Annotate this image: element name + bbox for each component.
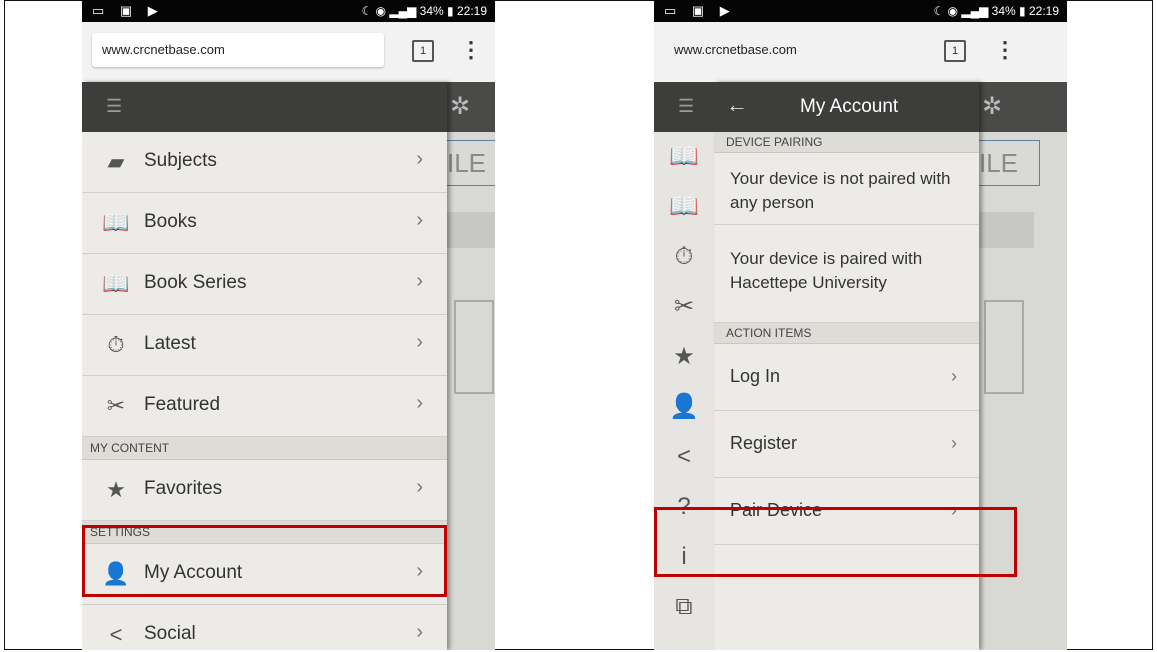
windows-icon[interactable]: ⧉ xyxy=(654,582,714,632)
chevron-right-icon: › xyxy=(416,476,423,498)
folder-icon: ▰ xyxy=(107,149,125,174)
ribbon-icon: ✂ xyxy=(106,393,126,418)
pairing-status-none: Your device is not paired with any perso… xyxy=(714,153,979,225)
page-banner-fragment: ILE xyxy=(442,140,495,186)
drawer-item-book-series[interactable]: 📖 Book Series › xyxy=(82,254,447,315)
star-icon[interactable]: ★ xyxy=(654,332,714,382)
pairing-status-paired: Your device is paired with Hacettepe Uni… xyxy=(714,225,979,323)
url-field[interactable]: www.crcnetbase.com xyxy=(664,33,956,67)
status-right: ☾ ◉ ▂▄▆ 34% ▮ 22:19 xyxy=(361,4,487,18)
chevron-right-icon: › xyxy=(416,270,423,292)
book-cover-fragment xyxy=(454,300,494,394)
share-icon[interactable]: < xyxy=(654,432,714,482)
share-icon: < xyxy=(109,622,123,647)
drawer-item-featured[interactable]: ✂ Featured › xyxy=(82,376,447,437)
action-register[interactable]: Register › xyxy=(714,411,979,478)
back-arrow-icon[interactable]: ← xyxy=(726,92,748,118)
tab-switcher-button[interactable]: 1 xyxy=(412,40,434,62)
page-band xyxy=(974,212,1034,248)
ribbon-icon[interactable]: ✂ xyxy=(654,282,714,332)
section-header-device-pairing: DEVICE PAIRING xyxy=(714,132,979,153)
book-icon[interactable]: 📖 xyxy=(654,132,714,182)
tab-switcher-button[interactable]: 1 xyxy=(944,40,966,62)
chevron-right-icon: › xyxy=(951,366,957,386)
book-cover-fragment xyxy=(984,300,1024,394)
browser-toolbar: www.crcnetbase.com 1 ⋮ xyxy=(82,22,495,83)
chevron-right-icon: › xyxy=(416,392,423,414)
chevron-right-icon: › xyxy=(416,148,423,170)
chevron-right-icon: › xyxy=(951,433,957,453)
url-field[interactable]: www.crcnetbase.com xyxy=(92,33,384,67)
star-icon: ★ xyxy=(106,477,126,502)
book-icon: 📖 xyxy=(102,210,130,235)
chevron-right-icon: › xyxy=(416,621,423,643)
drawer-item-subjects[interactable]: ▰ Subjects › xyxy=(82,132,447,193)
hamburger-icon[interactable]: ☰ xyxy=(106,96,122,117)
drawer-header: ☰ xyxy=(82,82,447,132)
status-bar: ▭ ▣ ▶ ☾ ◉ ▂▄▆ 34% ▮ 22:19 xyxy=(654,0,1067,22)
book-series-icon[interactable]: 📖 xyxy=(654,182,714,232)
status-right: ☾ ◉ ▂▄▆ 34% ▮ 22:19 xyxy=(933,4,1059,18)
browser-toolbar: www.crcnetbase.com 1 ⋮ xyxy=(654,22,1067,83)
page-band xyxy=(442,212,495,248)
timer-icon[interactable]: ⏱ xyxy=(654,232,714,282)
hamburger-icon[interactable]: ☰ xyxy=(678,96,694,117)
page-banner-fragment: ILE xyxy=(974,140,1040,186)
timer-icon: ⏱ xyxy=(107,332,125,357)
menu-icon[interactable]: ⋮ xyxy=(460,39,482,61)
panel-title: My Account xyxy=(800,96,899,117)
notification-icons: ▭ ▣ ▶ xyxy=(664,3,736,18)
notification-icons: ▭ ▣ ▶ xyxy=(92,3,164,18)
highlight-box-pair-device xyxy=(654,507,1017,577)
drawer-item-books[interactable]: 📖 Books › xyxy=(82,193,447,254)
account-card-icon[interactable]: 👤 xyxy=(654,382,714,432)
status-bar: ▭ ▣ ▶ ☾ ◉ ▂▄▆ 34% ▮ 22:19 xyxy=(82,0,495,22)
action-log-in[interactable]: Log In › xyxy=(714,344,979,411)
section-header-my-content: MY CONTENT xyxy=(82,437,447,460)
gear-icon[interactable]: ✲ xyxy=(450,92,470,121)
highlight-box-my-account xyxy=(82,525,447,597)
panel-header: ← My Account xyxy=(714,82,979,132)
rail-header: ☰ xyxy=(654,82,714,132)
section-header-action-items: ACTION ITEMS xyxy=(714,323,979,344)
drawer-item-latest[interactable]: ⏱ Latest › xyxy=(82,315,447,376)
chevron-right-icon: › xyxy=(416,331,423,353)
book-series-icon: 📖 xyxy=(102,271,130,296)
drawer-item-favorites[interactable]: ★ Favorites › xyxy=(82,460,447,521)
drawer-item-social[interactable]: < Social › xyxy=(82,605,447,650)
gear-icon[interactable]: ✲ xyxy=(982,92,1002,121)
menu-icon[interactable]: ⋮ xyxy=(994,39,1016,61)
chevron-right-icon: › xyxy=(416,209,423,231)
